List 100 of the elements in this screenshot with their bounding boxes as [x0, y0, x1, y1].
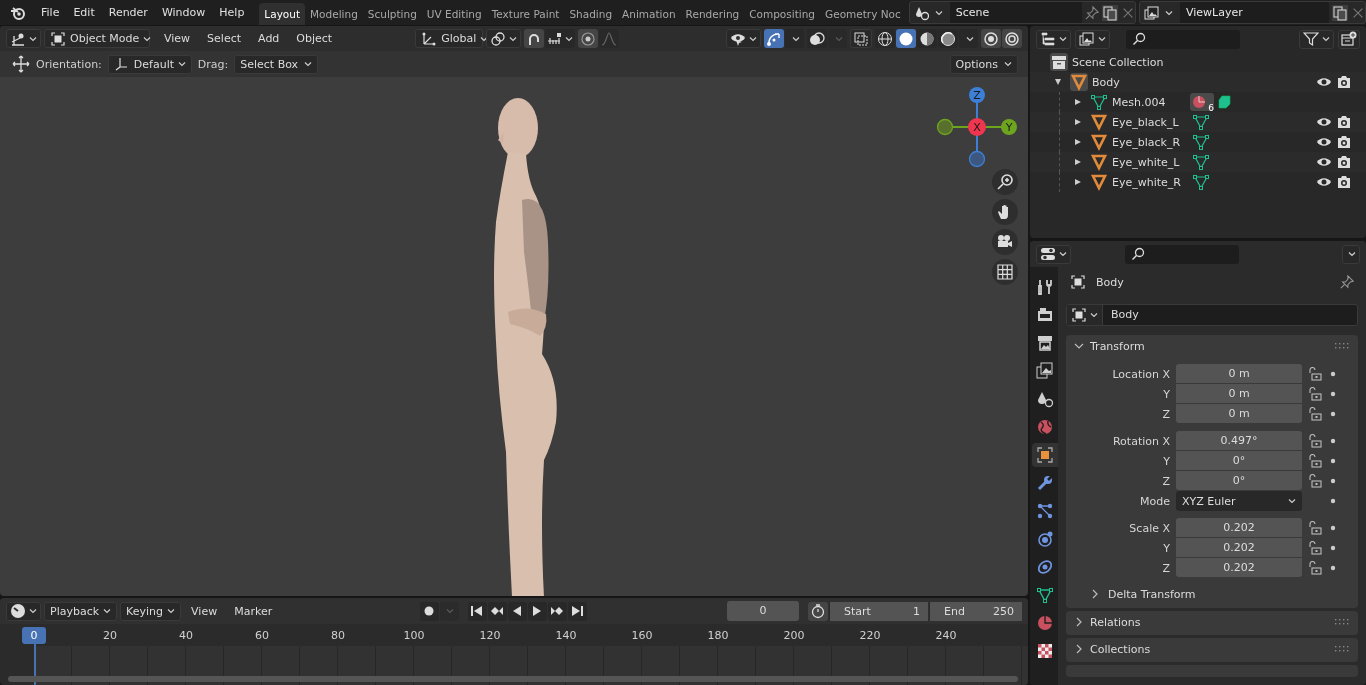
view-layer-name[interactable]: ViewLayer [1179, 2, 1329, 23]
drag-handle-icon[interactable] [1334, 343, 1350, 349]
keyframe-dot-icon[interactable] [1330, 371, 1336, 377]
panel-title[interactable]: Relations [1090, 615, 1141, 629]
workspace-tab[interactable]: Geometry Noc [820, 3, 906, 25]
image-stack-icon[interactable] [1143, 4, 1160, 21]
ortho-toggle-button[interactable] [992, 259, 1018, 285]
workspace-tab[interactable]: Modeling [305, 3, 363, 25]
xray-button[interactable] [850, 29, 872, 48]
menu-dropdown[interactable]: Playback [44, 601, 118, 621]
unlocked-padlock-icon[interactable] [1308, 367, 1322, 381]
keyframe-dot-icon[interactable] [1330, 478, 1336, 484]
menu-item[interactable]: Render [101, 1, 155, 24]
workspace-tab[interactable]: Layout [259, 3, 306, 25]
workspace-tab[interactable]: Rendering [680, 3, 745, 25]
editor-type-dropdown[interactable] [6, 601, 41, 621]
unlocked-padlock-icon[interactable] [1308, 541, 1322, 555]
camera-icon[interactable] [1336, 114, 1352, 130]
menu-item[interactable]: Add [251, 28, 287, 49]
object-name[interactable]: Body [1092, 75, 1120, 89]
mesh-icon[interactable] [1192, 113, 1210, 131]
menu-item[interactable]: Edit [66, 1, 102, 24]
pivot-dropdown[interactable] [486, 29, 522, 48]
shading-button[interactable] [875, 29, 895, 48]
number-field[interactable]: 0.202 [1176, 518, 1302, 537]
copy-icon[interactable] [1101, 4, 1118, 21]
unlocked-padlock-icon[interactable] [1308, 474, 1322, 488]
play-reverse-button[interactable] [507, 601, 527, 621]
proportional-edit-button[interactable] [578, 29, 599, 48]
expand-arrow-icon[interactable] [1074, 138, 1082, 146]
workspace-tab[interactable]: Texture Paint [486, 3, 565, 25]
workspace-tab[interactable]: UV Editing [421, 3, 487, 25]
play-button[interactable] [527, 601, 547, 621]
unlocked-padlock-icon[interactable] [1308, 561, 1322, 575]
modifier-hexagon-icon[interactable] [1218, 95, 1232, 109]
search-field[interactable] [1125, 244, 1239, 264]
current-frame-field[interactable]: 0 [727, 601, 799, 621]
drag-dropdown[interactable]: Select Box [234, 54, 319, 74]
material-slots-button[interactable]: 6 [1190, 93, 1214, 111]
camera-icon[interactable] [1336, 154, 1352, 170]
chevron-icon[interactable] [1074, 617, 1084, 627]
editor-type-dropdown[interactable] [6, 29, 41, 48]
jump-to-end-button[interactable] [567, 601, 587, 621]
workspace-tab[interactable]: Compositing [744, 3, 821, 25]
unlocked-padlock-icon[interactable] [1308, 521, 1322, 535]
number-field[interactable]: 0.497° [1176, 431, 1302, 450]
object-name[interactable]: Eye_white_R [1112, 175, 1186, 189]
panel-title[interactable]: Collections [1090, 642, 1151, 656]
menu-item[interactable]: Window [154, 1, 213, 24]
chevron-icon[interactable] [1074, 341, 1084, 351]
zoom-button[interactable] [992, 169, 1018, 195]
unlocked-padlock-icon[interactable] [1308, 454, 1322, 468]
number-field[interactable]: 0 m [1176, 384, 1302, 403]
unlocked-padlock-icon[interactable] [1308, 407, 1322, 421]
chevron-icon[interactable] [1074, 644, 1084, 654]
negative-z-handle[interactable] [968, 150, 986, 168]
frame-cursor[interactable]: 0 [22, 626, 46, 644]
drag-handle-icon[interactable] [1334, 646, 1350, 652]
menu-item[interactable]: Object [289, 28, 340, 49]
x-axis-handle[interactable]: X [968, 118, 986, 136]
panel-title[interactable]: Transform [1090, 339, 1145, 353]
number-field[interactable]: 0.202 [1176, 558, 1302, 577]
unlocked-padlock-icon[interactable] [1308, 434, 1322, 448]
mesh-icon[interactable] [1192, 153, 1210, 171]
shading-button[interactable] [917, 29, 937, 48]
expand-arrow-icon[interactable] [1074, 118, 1082, 126]
gizmo-dropdown[interactable] [785, 29, 804, 48]
camera-icon[interactable] [1336, 134, 1352, 150]
pin-icon[interactable] [1084, 5, 1099, 20]
number-field[interactable]: 0.202 [1176, 538, 1302, 557]
expand-arrow-icon[interactable] [1054, 78, 1062, 86]
pan-button[interactable] [992, 199, 1018, 225]
menu-item[interactable]: View [157, 28, 198, 49]
mode-dropdown[interactable]: XYZ Euler [1176, 491, 1302, 511]
shading-dropdown[interactable] [959, 29, 978, 48]
shading-button[interactable] [896, 29, 916, 48]
mode-dropdown[interactable]: Object Mode [44, 29, 150, 48]
options-dropdown[interactable]: Options [949, 54, 1018, 74]
gizmo-ring-toggle[interactable] [1002, 29, 1022, 48]
snap-button[interactable] [524, 29, 545, 48]
number-field[interactable]: 0 m [1176, 404, 1302, 423]
keyframe-dot-icon[interactable] [1330, 498, 1336, 504]
workspace-tab[interactable]: Sculpting [362, 3, 422, 25]
copy-icon[interactable] [1332, 4, 1348, 21]
mesh-icon[interactable] [1192, 173, 1210, 191]
menu-item[interactable]: Help [212, 1, 252, 24]
overlays-button[interactable] [807, 29, 827, 48]
orientation-dropdown[interactable]: Global [415, 29, 484, 48]
pin-icon[interactable] [1340, 275, 1354, 289]
number-field[interactable]: 0 m [1176, 364, 1302, 383]
visibility-dropdown[interactable] [726, 29, 761, 48]
next-keyframe-button[interactable] [547, 601, 567, 621]
start-frame-field[interactable]: Start 1 [829, 601, 928, 621]
filter-dropdown[interactable] [1299, 29, 1334, 49]
z-axis-handle[interactable]: Z [969, 87, 985, 103]
menu-dropdown[interactable]: Keying [120, 601, 182, 621]
workspace-tab[interactable]: Animation [617, 3, 681, 25]
view-layer-dropdown[interactable] [1075, 29, 1110, 49]
object-name[interactable]: Eye_black_R [1112, 135, 1186, 149]
drag-handle-icon[interactable] [1334, 619, 1350, 625]
